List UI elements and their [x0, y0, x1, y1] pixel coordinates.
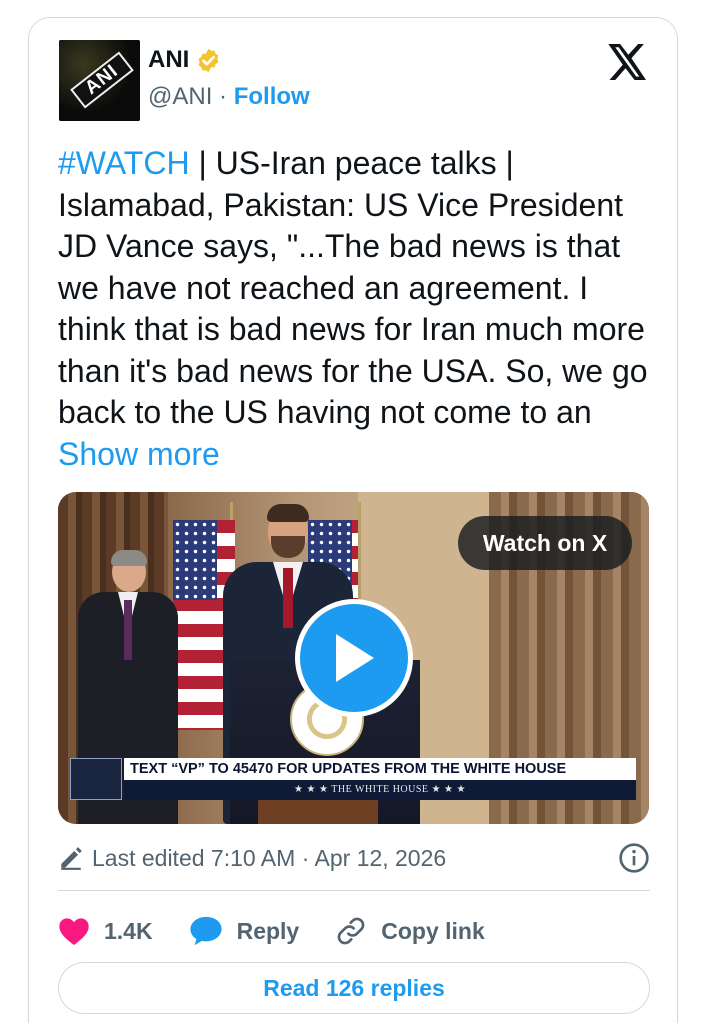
- pencil-icon: [61, 847, 82, 870]
- edited-row: Last edited 7:10 AM · Apr 12, 2026: [58, 840, 650, 876]
- hashtag-link[interactable]: #WATCH: [58, 145, 190, 181]
- play-button[interactable]: [295, 599, 413, 717]
- lower-third-main: TEXT “VP” TO 45470 FOR UPDATES FROM THE …: [124, 758, 636, 780]
- white-house-icon: [70, 758, 122, 800]
- author-handle[interactable]: @ANI: [148, 83, 212, 110]
- handle-row: @ANI · Follow: [148, 83, 310, 111]
- person-standing-tie: [124, 600, 132, 660]
- author-name[interactable]: ANI: [148, 46, 189, 74]
- reply-label: Reply: [236, 917, 300, 944]
- post-card: ANI ANI @ANI · Follow #WATCH | US-Iran p…: [28, 17, 678, 1023]
- author-name-row[interactable]: ANI: [148, 46, 222, 74]
- read-replies-button[interactable]: Read 126 replies: [58, 962, 650, 1014]
- watch-on-x-button[interactable]: Watch on X: [458, 516, 632, 570]
- speaker-beard: [271, 536, 305, 558]
- link-icon: [337, 917, 365, 945]
- action-bar: 1.4K Reply Copy link: [58, 908, 650, 954]
- copy-link-button[interactable]: Copy link: [335, 915, 485, 947]
- play-icon: [336, 634, 374, 682]
- person-standing-hair: [111, 550, 147, 566]
- handle-separator: ·: [219, 83, 228, 110]
- speaker-tie: [283, 568, 293, 628]
- heart-icon: [59, 918, 89, 945]
- divider: [58, 890, 650, 891]
- x-logo-icon[interactable]: [608, 44, 648, 80]
- like-count: 1.4K: [104, 917, 153, 944]
- reply-bubble-icon: [190, 916, 222, 946]
- lower-third: TEXT “VP” TO 45470 FOR UPDATES FROM THE …: [70, 758, 636, 800]
- post-text: #WATCH | US-Iran peace talks | Islamabad…: [58, 143, 658, 475]
- podium-stand: [258, 800, 378, 824]
- video-player[interactable]: Watch on X TEXT “VP” TO 45470 FOR UPDATE…: [58, 492, 649, 824]
- edited-timestamp[interactable]: Last edited 7:10 AM · Apr 12, 2026: [92, 845, 446, 872]
- lower-third-sub: ★ ★ ★ THE WHITE HOUSE ★ ★ ★: [124, 780, 636, 800]
- show-more-link[interactable]: Show more: [58, 436, 220, 472]
- speaker-hair: [267, 504, 309, 522]
- like-button[interactable]: 1.4K: [58, 916, 153, 946]
- avatar[interactable]: ANI: [59, 40, 140, 121]
- post-body: | US-Iran peace talks | Islamabad, Pakis…: [58, 145, 648, 430]
- info-icon[interactable]: [618, 842, 650, 874]
- reply-button[interactable]: Reply: [189, 915, 300, 947]
- flag-stars: [173, 520, 217, 600]
- copy-link-label: Copy link: [381, 917, 485, 944]
- verified-badge-icon: [198, 48, 219, 72]
- follow-button[interactable]: Follow: [234, 83, 310, 110]
